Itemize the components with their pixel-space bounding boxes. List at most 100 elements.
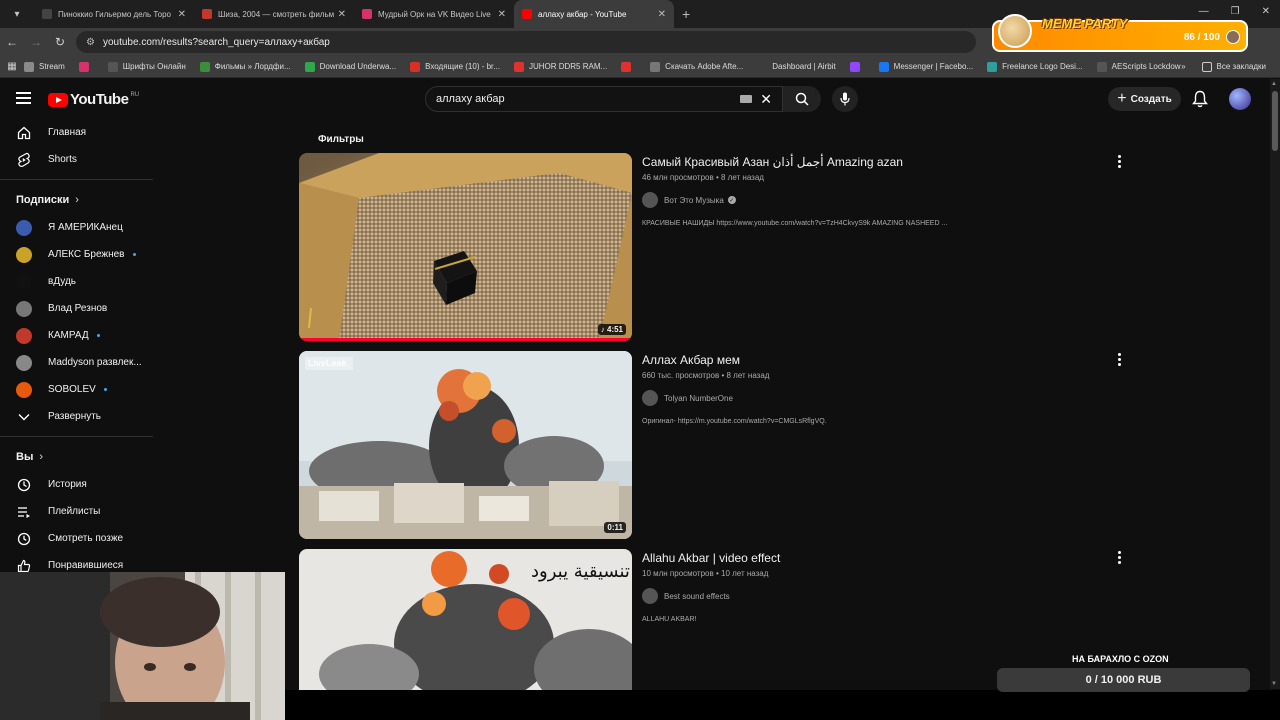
bookmark-item[interactable]: AEScripts Lockdown... — [1096, 61, 1181, 72]
tab-title: Пиноккио Гильермо дель Торо — [58, 9, 172, 19]
search-button[interactable] — [783, 86, 821, 112]
more-options-icon[interactable] — [1117, 551, 1121, 564]
bookmark-item[interactable]: Фильмы » Лордфи... — [199, 61, 291, 72]
more-bookmarks-button[interactable]: » — [1181, 62, 1185, 71]
tab-title: Шиза, 2004 — смотреть фильм — [218, 9, 334, 19]
back-icon[interactable]: ← — [0, 35, 24, 49]
apps-icon[interactable]: ▦ — [0, 61, 24, 72]
channel-row[interactable]: Tolyan NumberOne — [642, 390, 1112, 406]
video-meta: 660 тыс. просмотров • 8 лет назад — [642, 371, 770, 380]
filters-button[interactable]: Фильтры — [318, 134, 364, 145]
bookmark-item[interactable]: Входящие (10) - br... — [410, 61, 500, 72]
video-title[interactable]: Самый Красивый Азан أجمل أذان Amazing az… — [642, 155, 1112, 169]
menu-icon[interactable] — [16, 92, 31, 104]
bookmark-favicon-icon — [878, 61, 889, 72]
bookmark-item[interactable]: Шрифты Онлайн — [107, 61, 186, 72]
subscriptions-header[interactable]: Подписки › — [0, 186, 155, 214]
sidebar-item-label: АЛЕКС Брежнев — [48, 249, 125, 260]
voice-search-button[interactable] — [832, 86, 858, 112]
new-tab-button[interactable]: + — [682, 6, 690, 22]
sidebar-item-label: Влад Резнов — [48, 303, 108, 314]
site-info-icon[interactable]: ⚙ — [86, 37, 95, 48]
tab-close-icon[interactable]: ✕ — [498, 9, 506, 20]
channel-row[interactable]: Вот Это Музыка ✓ — [642, 192, 1112, 208]
sidebar-item-home[interactable]: Главная — [0, 119, 155, 146]
video-thumbnail[interactable]: LiveLeak 0:11 — [299, 351, 632, 539]
create-button[interactable]: + Создать — [1108, 87, 1181, 111]
account-avatar[interactable] — [1229, 88, 1251, 110]
more-options-icon[interactable] — [1117, 155, 1121, 168]
bookmark-item[interactable]: Скачать Adobe Afte... — [650, 61, 743, 72]
keyboard-icon[interactable] — [740, 95, 753, 103]
sidebar-item-subscription[interactable]: SOBOLEV — [0, 376, 155, 403]
maximize-icon[interactable]: ❐ — [1231, 6, 1240, 17]
channel-avatar[interactable] — [642, 588, 658, 604]
you-header[interactable]: Вы › — [0, 443, 155, 471]
channel-avatar[interactable] — [642, 390, 658, 406]
tab-close-icon[interactable]: ✕ — [178, 9, 186, 20]
bookmark-item[interactable] — [621, 61, 636, 72]
youtube-logo[interactable]: YouTube RU — [48, 91, 139, 108]
sidebar-item-subscription[interactable]: Maddyson развлек... — [0, 349, 155, 376]
bookmark-item[interactable] — [849, 61, 865, 72]
bookmark-item[interactable]: Freelance Logo Desi... — [987, 61, 1083, 72]
video-title[interactable]: Allahu Akbar | video effect — [642, 551, 1112, 565]
tab-close-icon[interactable]: ✕ — [658, 9, 666, 20]
bookmark-favicon-icon — [757, 61, 768, 72]
sidebar-item-subscription[interactable]: КАМРАД — [0, 322, 155, 349]
video-thumbnail[interactable]: ♪ 4:51 — [299, 153, 632, 341]
more-options-icon[interactable] — [1117, 353, 1121, 366]
close-window-icon[interactable]: ✕ — [1262, 6, 1270, 17]
ozon-goal-value: 0 / 10 000 RUB — [1085, 674, 1162, 686]
channel-name[interactable]: Вот Это Музыка — [664, 196, 724, 205]
video-title[interactable]: Аллах Акбар мем — [642, 353, 1112, 367]
browser-tab[interactable]: Пиноккио Гильермо дель Торо ✕ — [34, 0, 194, 28]
channel-name[interactable]: Best sound effects — [664, 592, 730, 601]
minimize-icon[interactable]: — — [1199, 6, 1209, 17]
video-thumbnail[interactable]: تنسيقية يبرود — [299, 549, 632, 690]
reload-icon[interactable]: ↻ — [48, 35, 72, 49]
tab-search-button[interactable]: ▾ — [6, 3, 28, 25]
page-scrollbar[interactable]: ▲ ▼ — [1270, 79, 1280, 689]
channel-avatar[interactable] — [642, 192, 658, 208]
bookmark-item[interactable]: Messenger | Facebo... — [878, 61, 973, 72]
sidebar-item-subscription[interactable]: Я АМЕРИКАнец — [0, 214, 155, 241]
tab-close-icon[interactable]: ✕ — [338, 9, 346, 20]
bookmark-label: Фильмы » Лордфи... — [214, 62, 291, 71]
address-bar[interactable]: ⚙ youtube.com/results?search_query=аллах… — [76, 31, 976, 53]
browser-tab-active[interactable]: аллаху акбар - YouTube ✕ — [514, 0, 674, 28]
scroll-down-icon[interactable]: ▼ — [1271, 681, 1277, 687]
notifications-bell-icon[interactable] — [1192, 90, 1208, 108]
meme-party-widget: MEME PARTY 86 / 100 — [992, 14, 1248, 52]
bookmark-label: Входящие (10) - br... — [425, 62, 500, 71]
video-result[interactable]: ♪ 4:51 Самый Красивый Азан أجمل أذان Ama… — [299, 153, 1133, 341]
browser-tab[interactable]: Мудрый Орк на VK Видео Live ✕ — [354, 0, 514, 28]
sidebar-item-playlists[interactable]: Плейлисты — [0, 498, 155, 525]
sidebar-item-shorts[interactable]: Shorts — [0, 146, 155, 173]
search-input[interactable]: аллаху акбар ✕ — [425, 86, 783, 112]
bookmark-item[interactable]: Stream — [24, 61, 65, 72]
forward-icon[interactable]: → — [24, 35, 48, 49]
scroll-up-icon[interactable]: ▲ — [1271, 81, 1277, 87]
streamer-avatar — [1226, 30, 1240, 44]
sidebar-item-subscription[interactable]: вДудь — [0, 268, 155, 295]
all-bookmarks-button[interactable]: Все закладки — [1201, 61, 1266, 72]
bookmark-item[interactable] — [78, 61, 94, 72]
scrollbar-thumb[interactable] — [1272, 91, 1278, 151]
clear-search-icon[interactable]: ✕ — [760, 91, 772, 108]
bookmark-item[interactable]: JUHOR DDR5 RAM... — [513, 61, 607, 72]
ozon-goal-progress: 0 / 10 000 RUB — [997, 668, 1250, 692]
browser-tab[interactable]: Шиза, 2004 — смотреть фильм ✕ — [194, 0, 354, 28]
sidebar-item-watch-later[interactable]: Смотреть позже — [0, 525, 155, 552]
sidebar-item-subscription[interactable]: АЛЕКС Брежнев — [0, 241, 155, 268]
channel-row[interactable]: Best sound effects — [642, 588, 1112, 604]
bookmark-item[interactable]: Dashboard | Airbit — [757, 61, 836, 72]
sidebar-item-subscription[interactable]: Влад Резнов — [0, 295, 155, 322]
sidebar-item-history[interactable]: История — [0, 471, 155, 498]
chevron-down-icon — [16, 409, 32, 425]
sidebar-item-expand[interactable]: Развернуть — [0, 403, 155, 430]
channel-name[interactable]: Tolyan NumberOne — [664, 394, 733, 403]
bookmark-item[interactable]: Download Underwa... — [304, 61, 396, 72]
url-text: youtube.com/results?search_query=аллаху+… — [102, 36, 330, 48]
video-result[interactable]: LiveLeak 0:11 Аллах Акбар мем 660 тыс. п… — [299, 351, 1133, 539]
